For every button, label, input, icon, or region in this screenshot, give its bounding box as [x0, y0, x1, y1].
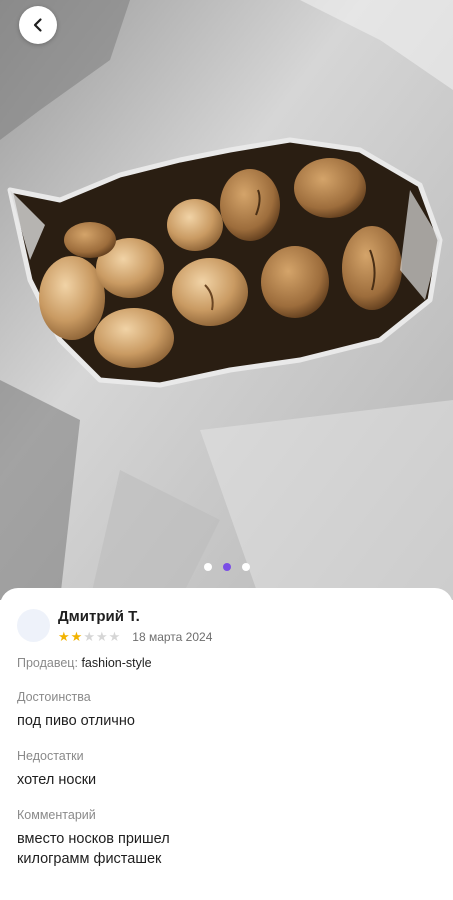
pistachio-bag-image [0, 0, 453, 600]
pagination-dot-active[interactable] [222, 563, 231, 571]
pros-text: под пиво отлично [17, 713, 135, 729]
star-icon: ★ [108, 629, 121, 644]
back-button[interactable] [19, 6, 57, 44]
gallery-pagination [0, 563, 453, 571]
cons-text: хотел носки [17, 772, 97, 788]
chevron-left-icon [33, 18, 42, 32]
star-icon: ★ [58, 629, 70, 644]
comment-text-line2: килограмм фисташек [17, 851, 162, 867]
avatar [17, 609, 50, 642]
cons-label: Недостатки [17, 749, 84, 763]
pagination-dot[interactable] [203, 563, 212, 571]
pros-label: Достоинства [17, 690, 91, 704]
star-icon: ★ [83, 629, 95, 644]
author-name: Дмитрий Т. [58, 608, 140, 625]
review-date: 18 марта 2024 [132, 630, 213, 644]
seller-line: Продавец: fashion-style [17, 656, 152, 670]
review-details-sheet: Дмитрий Т. ★ ★ ★ ★ ★ 18 марта 2024 Прода… [0, 588, 453, 900]
seller-label: Продавец: [17, 656, 78, 670]
comment-label: Комментарий [17, 808, 96, 822]
seller-name[interactable]: fashion-style [81, 656, 151, 670]
review-photo[interactable] [0, 0, 453, 600]
pagination-dot[interactable] [241, 563, 250, 571]
star-icon: ★ [95, 629, 108, 644]
star-icon: ★ [70, 629, 83, 644]
comment-text-line1: вместо носков пришел [17, 831, 170, 847]
star-rating: ★ ★ ★ ★ ★ [58, 630, 120, 644]
review-author: Дмитрий Т. ★ ★ ★ ★ ★ 18 марта 2024 [17, 608, 212, 644]
